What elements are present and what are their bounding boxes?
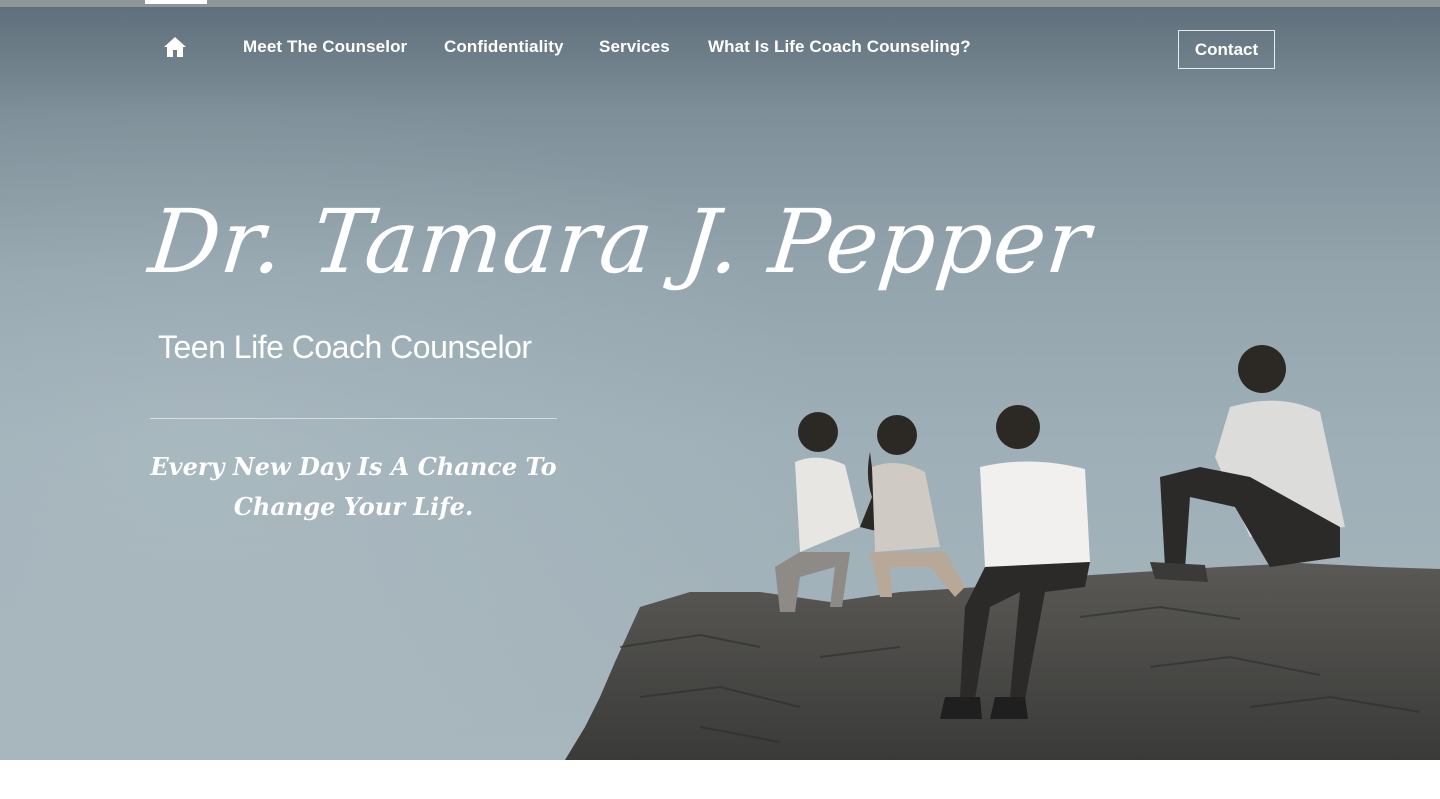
contact-button[interactable]: Contact: [1178, 30, 1275, 69]
hero-title: Dr. Tamara J. Pepper: [144, 190, 1096, 293]
top-progress-bar: [0, 0, 1440, 7]
top-progress-indicator: [145, 0, 207, 4]
hero-subtitle: Teen Life Coach Counselor: [158, 329, 532, 365]
hero-section: Dr. Tamara J. Pepper Teen Life Coach Cou…: [0, 7, 1440, 760]
home-icon-glyph: [164, 37, 186, 57]
main-nav: Meet The Counselor Confidentiality Servi…: [0, 7, 1440, 91]
nav-link-life-coach-counseling[interactable]: What Is Life Coach Counseling?: [708, 37, 971, 57]
nav-link-meet-the-counselor[interactable]: Meet The Counselor: [243, 37, 407, 57]
person-1: [775, 412, 860, 612]
nav-link-confidentiality[interactable]: Confidentiality: [444, 37, 564, 57]
nav-link-services[interactable]: Services: [599, 37, 670, 57]
person-2: [860, 415, 965, 597]
home-icon[interactable]: [163, 36, 187, 58]
hero-tagline: Every New Day Is A Chance To Change Your…: [150, 452, 557, 521]
hero-divider: [150, 418, 557, 419]
person-4: [1150, 345, 1345, 582]
hero-photo: [565, 345, 1440, 760]
